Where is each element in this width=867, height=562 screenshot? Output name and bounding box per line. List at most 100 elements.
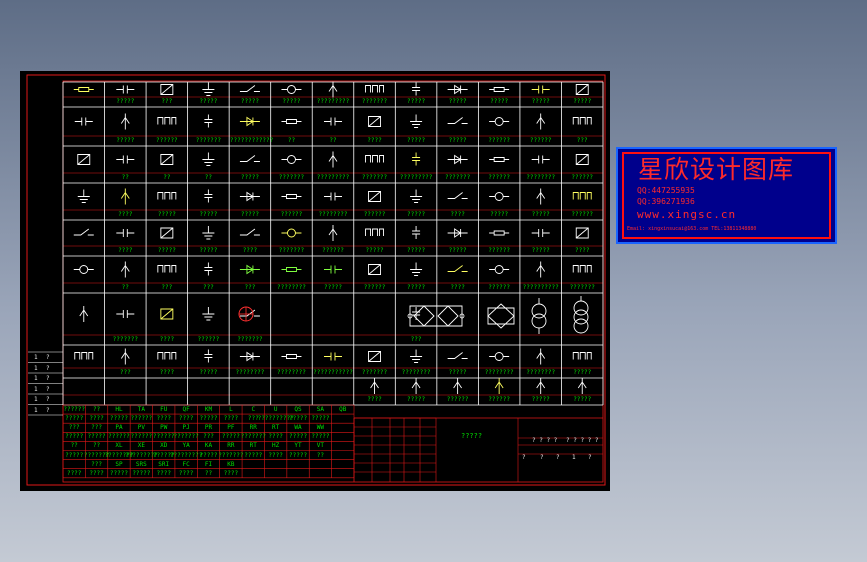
left-box-label: ? bbox=[46, 396, 50, 403]
brand-panel: 星欣设计图库 QQ:447255935 QQ:396271936 www.xin… bbox=[616, 147, 837, 244]
symbol-label: ??????? bbox=[444, 174, 471, 181]
left-box-label: 1 bbox=[34, 354, 38, 361]
symbol-label: ??????? bbox=[569, 284, 595, 291]
symbol-label: ????? bbox=[407, 247, 426, 254]
symbol-label: ????? bbox=[407, 396, 426, 403]
symbol-label: ??????????? bbox=[313, 369, 353, 376]
symbol-label: ???????? bbox=[235, 369, 265, 376]
symbol-label: ??????? bbox=[278, 247, 305, 254]
symbol-label: ????? bbox=[240, 174, 259, 181]
symbol-label: ??? bbox=[119, 369, 131, 376]
cad-drawing bbox=[20, 71, 610, 491]
symbol-label: ???????? bbox=[277, 369, 306, 376]
symbol-label: ??? bbox=[576, 137, 588, 144]
symbol-label: ????? bbox=[448, 369, 467, 376]
symbol-label: ?????? bbox=[488, 247, 510, 254]
title-block-field: ? ? ? ? bbox=[532, 437, 558, 444]
symbol-label: ????? bbox=[240, 98, 259, 105]
symbol-label: ?????? bbox=[280, 211, 303, 218]
left-box-label: ? bbox=[46, 375, 50, 382]
symbol-label: ???? bbox=[118, 211, 133, 218]
symbol-label: ?????????? bbox=[522, 284, 559, 291]
symbol-label: ??? bbox=[410, 336, 422, 343]
brand-qq1: QQ:447255935 bbox=[637, 186, 695, 195]
bridge-rectifier-icon bbox=[407, 305, 465, 327]
red-circle-icon bbox=[238, 306, 254, 322]
symbol-label: ?? bbox=[329, 137, 337, 144]
symbol-label: ????? bbox=[448, 137, 467, 144]
left-box-label: ? bbox=[46, 354, 50, 361]
symbol-label: ????? bbox=[407, 211, 426, 218]
symbol-label: ??????? bbox=[195, 137, 222, 144]
title-block-center-label: ????? bbox=[461, 432, 483, 440]
symbol-label: ????? bbox=[490, 98, 509, 105]
code-letter: VT bbox=[316, 442, 325, 450]
left-box-label: 1 bbox=[34, 396, 38, 403]
symbol-label: ???????????? bbox=[229, 137, 274, 144]
brand-url: www.xingsc.cn bbox=[637, 208, 737, 221]
symbol-label: ?????? bbox=[363, 284, 386, 291]
symbol-label: ????? bbox=[116, 98, 135, 105]
symbol-label: ???????? bbox=[277, 284, 306, 291]
symbol-label: ????????? bbox=[399, 174, 433, 181]
left-box-label: ? bbox=[46, 364, 50, 372]
symbol-label: ????? bbox=[365, 247, 384, 254]
symbol-label: ?????? bbox=[156, 137, 178, 144]
code-letter: KB bbox=[227, 460, 235, 468]
symbol-label: ?? bbox=[204, 174, 212, 181]
symbol-label: ?????? bbox=[488, 396, 510, 403]
symbol-label: ????? bbox=[531, 98, 550, 105]
symbol-label: ?????? bbox=[363, 211, 386, 218]
symbol-label: ?????? bbox=[571, 211, 594, 218]
brand-qq2: QQ:396271936 bbox=[637, 197, 695, 206]
symbol-label: ???? bbox=[242, 247, 258, 254]
symbol-label: ?????? bbox=[529, 137, 552, 144]
symbol-label: ????? bbox=[199, 247, 218, 254]
symbol-label: ????????? bbox=[316, 174, 350, 181]
symbol-label: ????? bbox=[573, 396, 592, 403]
title-block-field: ? bbox=[588, 454, 592, 461]
symbol-label: ??? bbox=[244, 284, 256, 291]
symbol-label: ???????? bbox=[484, 369, 514, 376]
symbol-label: ?????? bbox=[571, 174, 594, 181]
symbol-label: ??????? bbox=[361, 174, 388, 181]
brand-title: 星欣设计图库 bbox=[638, 155, 795, 184]
symbol-label: ????? bbox=[199, 369, 218, 376]
symbol-label: ????? bbox=[531, 396, 550, 403]
symbol-label: ??????? bbox=[361, 98, 388, 105]
three-winding-transformer-icon bbox=[573, 296, 589, 334]
symbol-label: ?? bbox=[287, 137, 296, 144]
symbol-label: ?????? bbox=[488, 174, 510, 181]
title-block-field: ? bbox=[522, 454, 526, 461]
code-letter: WW bbox=[316, 424, 325, 432]
symbol-label: ????? bbox=[240, 211, 259, 218]
symbol-label: ???? bbox=[450, 211, 465, 218]
symbol-label: ?????? bbox=[197, 336, 220, 343]
symbol-label: ????? bbox=[407, 137, 426, 144]
symbol-label: ????? bbox=[531, 211, 550, 218]
symbol-label: ??????? bbox=[112, 336, 138, 343]
code-name: ???? bbox=[223, 469, 239, 477]
left-box-label: 1 bbox=[34, 364, 38, 372]
symbol-label: ???????? bbox=[401, 369, 431, 376]
brand-email: Email: xingxinsucai@163.com TEL:13811348… bbox=[627, 226, 757, 232]
code-name: ?? bbox=[316, 451, 325, 459]
cad-viewport: ????????????????????????????????????????… bbox=[0, 0, 867, 562]
symbol-label: ????? bbox=[573, 98, 592, 105]
symbol-label: ???????? bbox=[318, 211, 348, 218]
code-name: ????? bbox=[311, 415, 330, 423]
symbol-label: ????? bbox=[448, 98, 467, 105]
symbol-label: ??? bbox=[161, 284, 173, 291]
symbol-label: ????? bbox=[282, 98, 301, 105]
symbol-label: ???? bbox=[159, 369, 175, 376]
symbol-label: ??????? bbox=[361, 369, 388, 376]
symbol-label: ????? bbox=[448, 247, 467, 254]
symbol-label: ????? bbox=[157, 247, 176, 254]
symbol-label: ?? bbox=[121, 284, 129, 291]
symbol-label: ????? bbox=[407, 98, 426, 105]
symbol-label: ??????? bbox=[278, 174, 305, 181]
symbol-label: ?????? bbox=[488, 137, 510, 144]
symbol-label: ????? bbox=[323, 284, 343, 291]
symbol-label: ???????? bbox=[526, 369, 556, 376]
symbol-label: ???? bbox=[450, 284, 465, 291]
